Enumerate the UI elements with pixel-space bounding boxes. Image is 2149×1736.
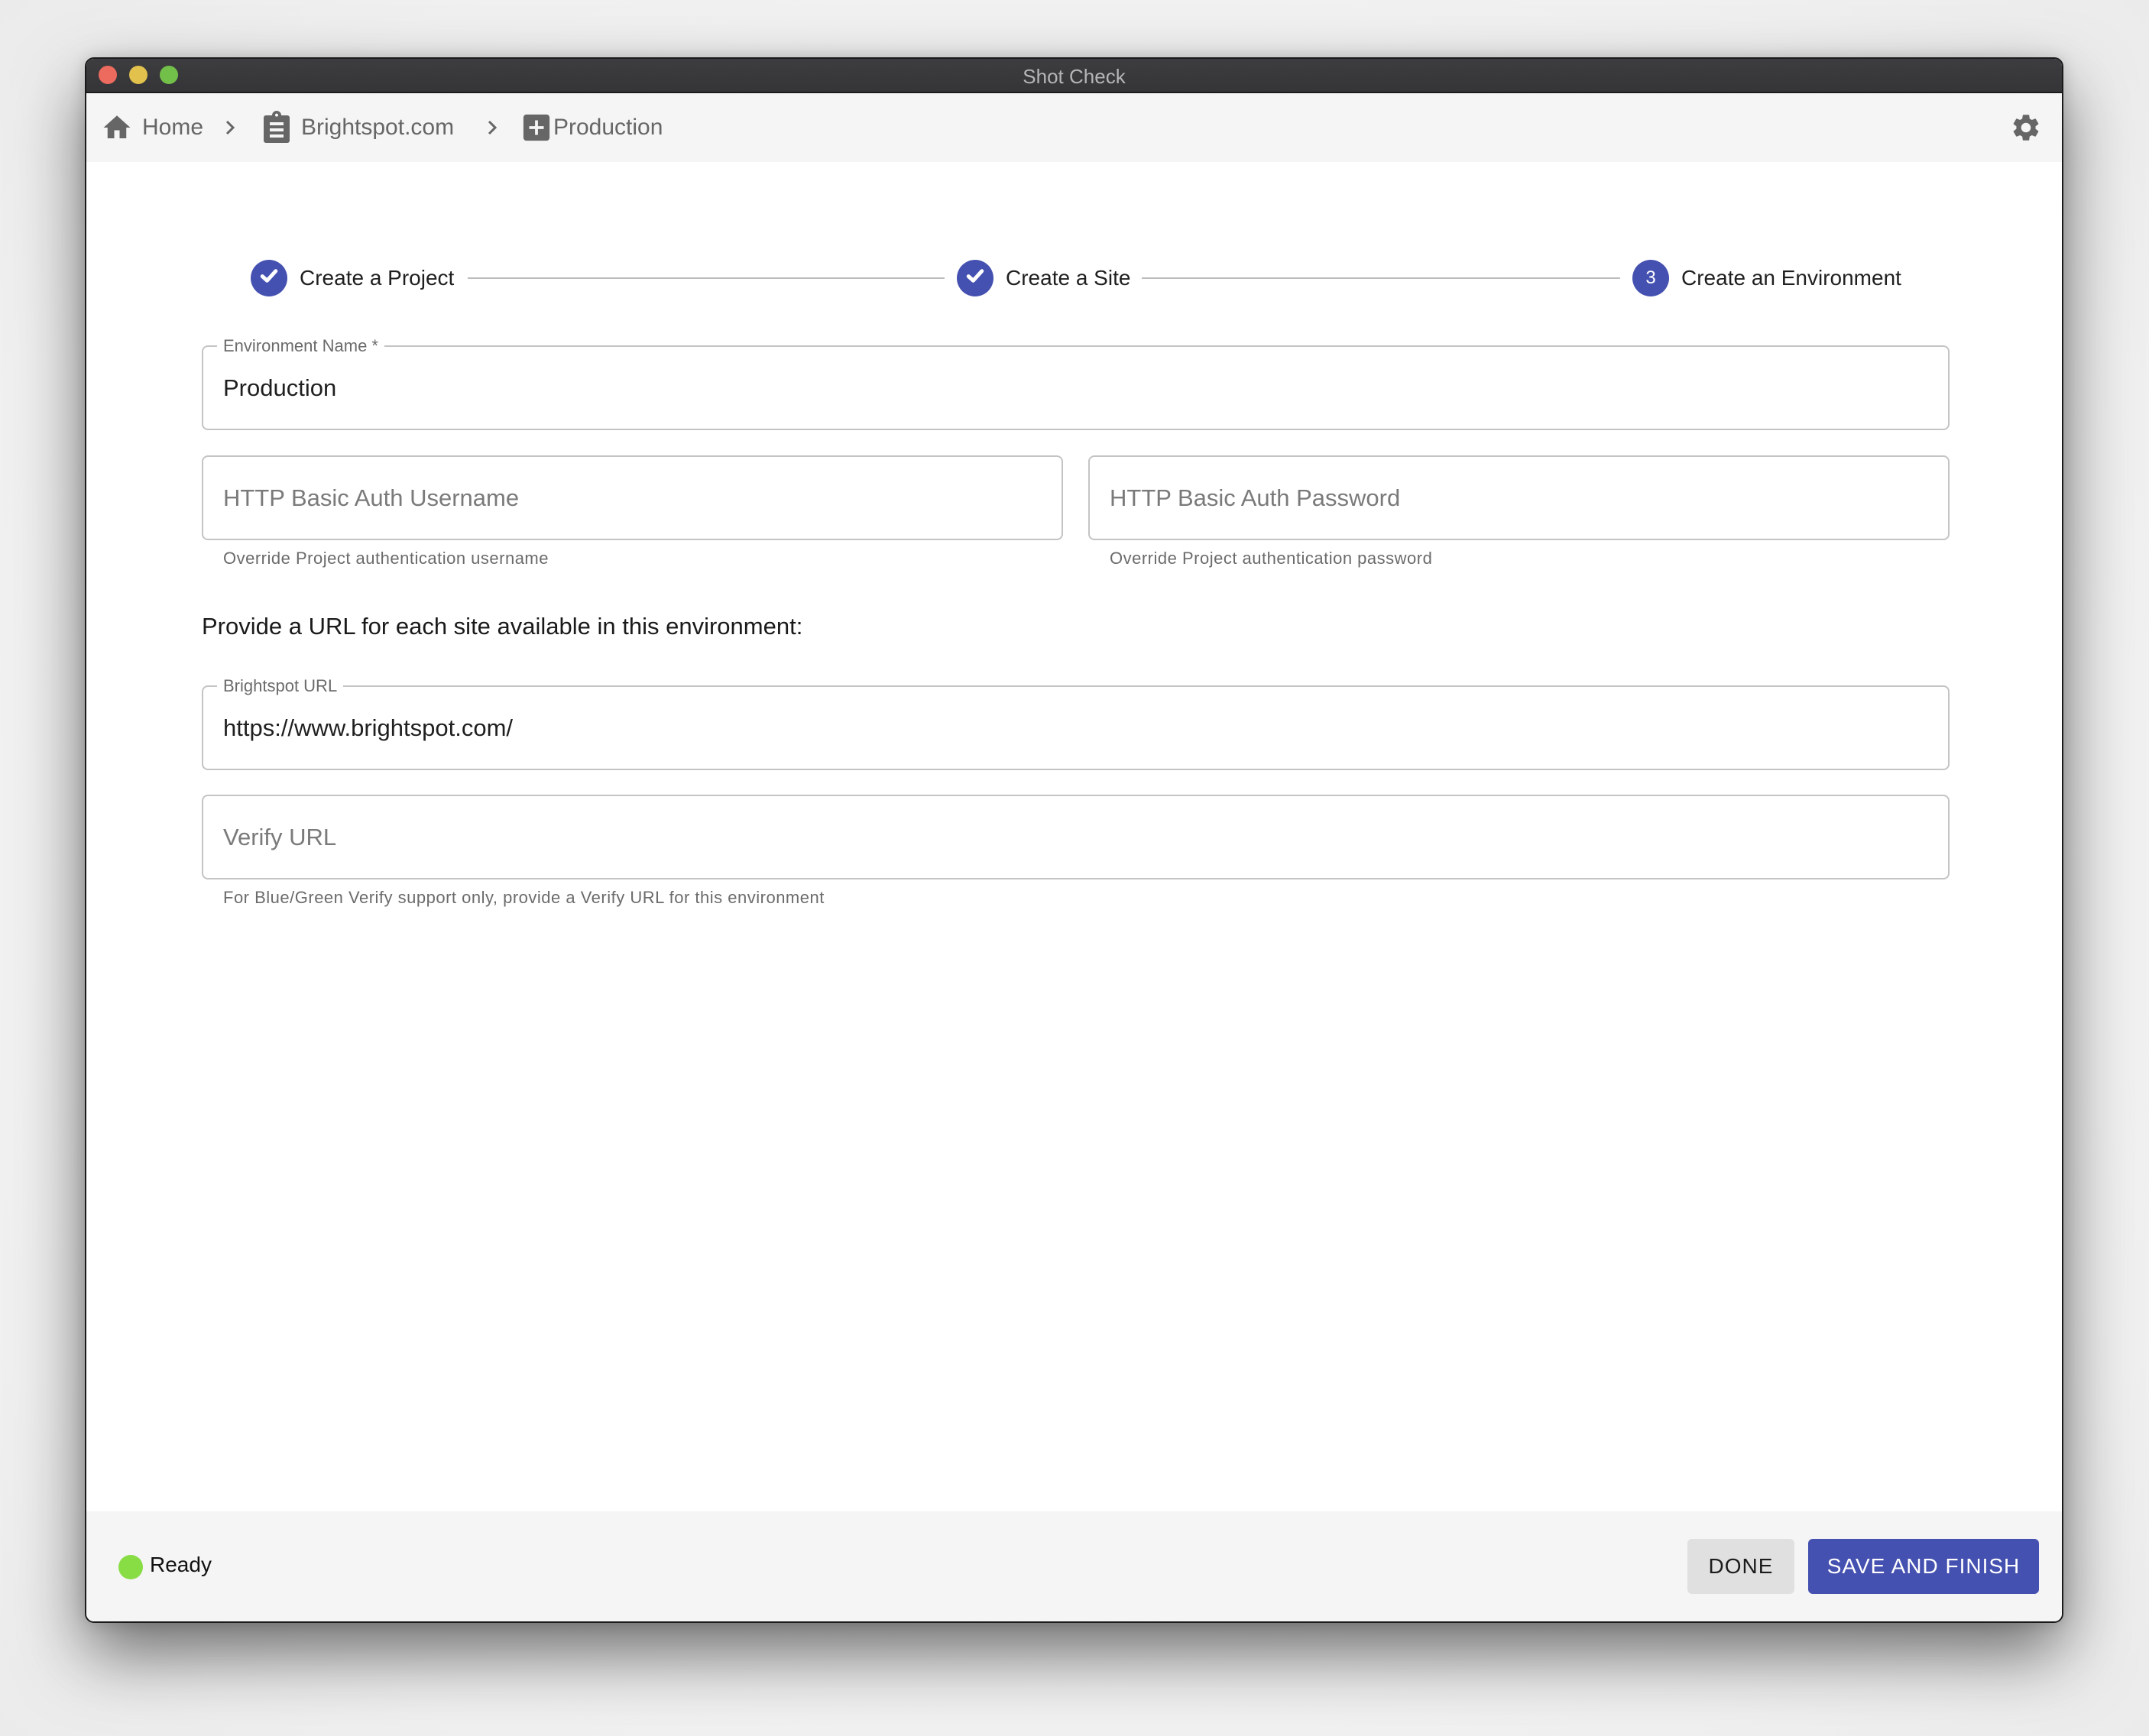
url-section-heading: Provide a URL for each site available in… <box>202 613 803 640</box>
site-url-input[interactable] <box>223 687 1928 769</box>
auth-password-field[interactable] <box>1088 455 1950 540</box>
chevron-right-icon <box>485 93 500 162</box>
step-label: Create a Project <box>300 266 455 290</box>
auth-username-input[interactable] <box>223 457 1042 539</box>
settings-button[interactable] <box>2010 112 2042 144</box>
breadcrumb-item-environment[interactable]: Production <box>522 93 663 162</box>
auth-password-helper: Override Project authentication password <box>1110 549 1433 568</box>
step-label: Create an Environment <box>1681 266 1901 290</box>
app-window: Shot Check Home Brightspot.com Productio… <box>85 57 2063 1623</box>
breadcrumb: Home Brightspot.com Production <box>86 93 2062 162</box>
step-connector <box>1142 277 1620 279</box>
status-indicator-icon <box>118 1555 143 1579</box>
step-number-badge: 3 <box>1632 260 1669 296</box>
home-icon <box>101 112 133 144</box>
title-bar: Shot Check <box>86 59 2062 93</box>
breadcrumb-label: Production <box>553 115 663 140</box>
plus-box-icon <box>522 113 551 142</box>
step-connector <box>468 277 945 279</box>
breadcrumb-label: Home <box>142 115 204 140</box>
verify-url-input[interactable] <box>223 796 1928 878</box>
step-label: Create a Site <box>1006 266 1131 290</box>
done-button[interactable]: DONE <box>1687 1539 1794 1594</box>
step-create-project[interactable]: Create a Project <box>251 260 454 296</box>
breadcrumb-item-home[interactable]: Home <box>101 93 203 162</box>
window-title: Shot Check <box>1023 65 1126 88</box>
auth-username-helper: Override Project authentication username <box>223 549 549 568</box>
status-text: Ready <box>150 1553 212 1576</box>
save-and-finish-button[interactable]: SAVE AND FINISH <box>1808 1539 2039 1594</box>
breadcrumb-item-site[interactable]: Brightspot.com <box>261 93 454 162</box>
step-completed-badge <box>957 260 993 296</box>
breadcrumb-label: Brightspot.com <box>301 115 455 140</box>
auth-password-input[interactable] <box>1110 457 1928 539</box>
clipboard-icon <box>261 111 292 144</box>
chevron-right-icon <box>222 93 238 162</box>
check-icon <box>258 264 280 293</box>
verify-url-field[interactable] <box>202 795 1950 879</box>
check-icon <box>964 264 987 293</box>
auth-username-field[interactable] <box>202 455 1063 540</box>
step-create-site[interactable]: Create a Site <box>957 260 1130 296</box>
environment-name-input[interactable] <box>223 347 1928 429</box>
step-completed-badge <box>251 260 287 296</box>
step-create-environment[interactable]: 3 Create an Environment <box>1632 260 1901 296</box>
environment-name-field[interactable]: Environment Name * <box>202 336 1950 430</box>
gear-icon <box>2010 115 2042 147</box>
verify-url-helper: For Blue/Green Verify support only, prov… <box>223 888 825 907</box>
footer-bar: Ready DONE SAVE AND FINISH <box>86 1511 2062 1621</box>
site-url-field[interactable]: Brightspot URL <box>202 676 1950 770</box>
